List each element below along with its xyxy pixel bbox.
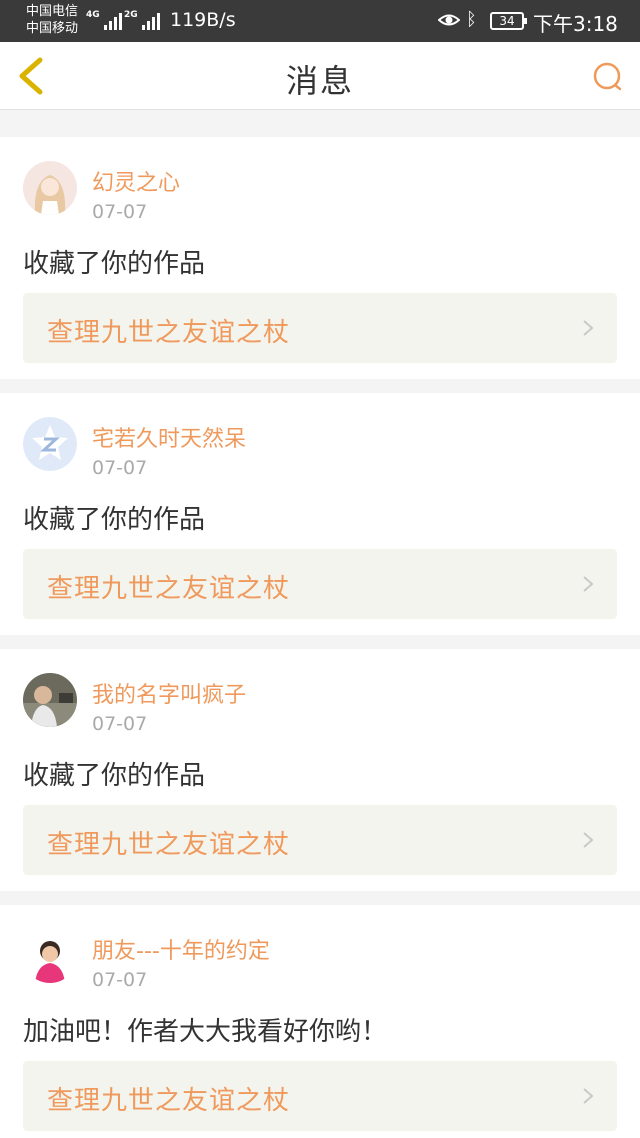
username[interactable]: 朋友---十年的约定: [92, 933, 270, 965]
signal-2g-icon: 2G: [124, 11, 160, 30]
chevron-right-icon: [583, 1088, 594, 1104]
message-text: 收藏了你的作品: [23, 761, 206, 791]
nav-bar: 消息: [0, 42, 640, 110]
work-title: 查理九世之友谊之杖: [47, 318, 291, 348]
message-text: 加油吧！作者大大我看好你哟！: [23, 1017, 388, 1047]
work-link[interactable]: 查理九世之友谊之杖: [23, 1061, 617, 1131]
chevron-right-icon: [583, 832, 594, 848]
status-bar: 中国电信 中国移动 4G 2G 119B/s ᛒ 34 下午3:18: [0, 0, 640, 42]
work-link[interactable]: 查理九世之友谊之杖: [23, 293, 617, 363]
message-card: 我的名字叫疯子 07-07 收藏了你的作品 查理九世之友谊之杖: [0, 649, 640, 891]
page-title: 消息: [285, 62, 354, 100]
eye-icon: [438, 14, 460, 26]
message-date: 07-07: [92, 969, 148, 991]
work-title: 查理九世之友谊之杖: [47, 574, 291, 604]
chevron-right-icon: [583, 320, 594, 336]
clock: 下午3:18: [533, 12, 618, 36]
avatar[interactable]: [23, 417, 77, 471]
avatar[interactable]: [23, 673, 77, 727]
search-button[interactable]: [592, 61, 624, 93]
avatar[interactable]: [23, 161, 77, 215]
work-link[interactable]: 查理九世之友谊之杖: [23, 549, 617, 619]
work-title: 查理九世之友谊之杖: [47, 830, 291, 860]
username[interactable]: 幻灵之心: [92, 165, 180, 197]
avatar[interactable]: [23, 929, 77, 983]
username[interactable]: 宅若久时天然呆: [92, 421, 246, 453]
bluetooth-icon: ᛒ: [466, 9, 477, 30]
carrier-1: 中国电信: [26, 4, 79, 19]
message-date: 07-07: [92, 201, 148, 223]
carrier-labels: 中国电信 中国移动: [26, 3, 78, 37]
message-date: 07-07: [92, 457, 148, 479]
message-text: 收藏了你的作品: [23, 505, 206, 535]
chevron-right-icon: [583, 576, 594, 592]
carrier-2: 中国移动: [26, 21, 79, 36]
message-card: 朋友---十年的约定 07-07 加油吧！作者大大我看好你哟！ 查理九世之友谊之…: [0, 905, 640, 1138]
message-date: 07-07: [92, 713, 148, 735]
battery-icon: 34: [490, 12, 527, 30]
signal-4g-icon: 4G: [86, 11, 122, 30]
message-card: 宅若久时天然呆 07-07 收藏了你的作品 查理九世之友谊之杖: [0, 393, 640, 635]
message-card: 幻灵之心 07-07 收藏了你的作品 查理九世之友谊之杖: [0, 137, 640, 379]
work-link[interactable]: 查理九世之友谊之杖: [23, 805, 617, 875]
network-speed: 119B/s: [170, 9, 236, 31]
work-title: 查理九世之友谊之杖: [47, 1086, 291, 1116]
username[interactable]: 我的名字叫疯子: [92, 677, 246, 709]
message-text: 收藏了你的作品: [23, 249, 206, 279]
